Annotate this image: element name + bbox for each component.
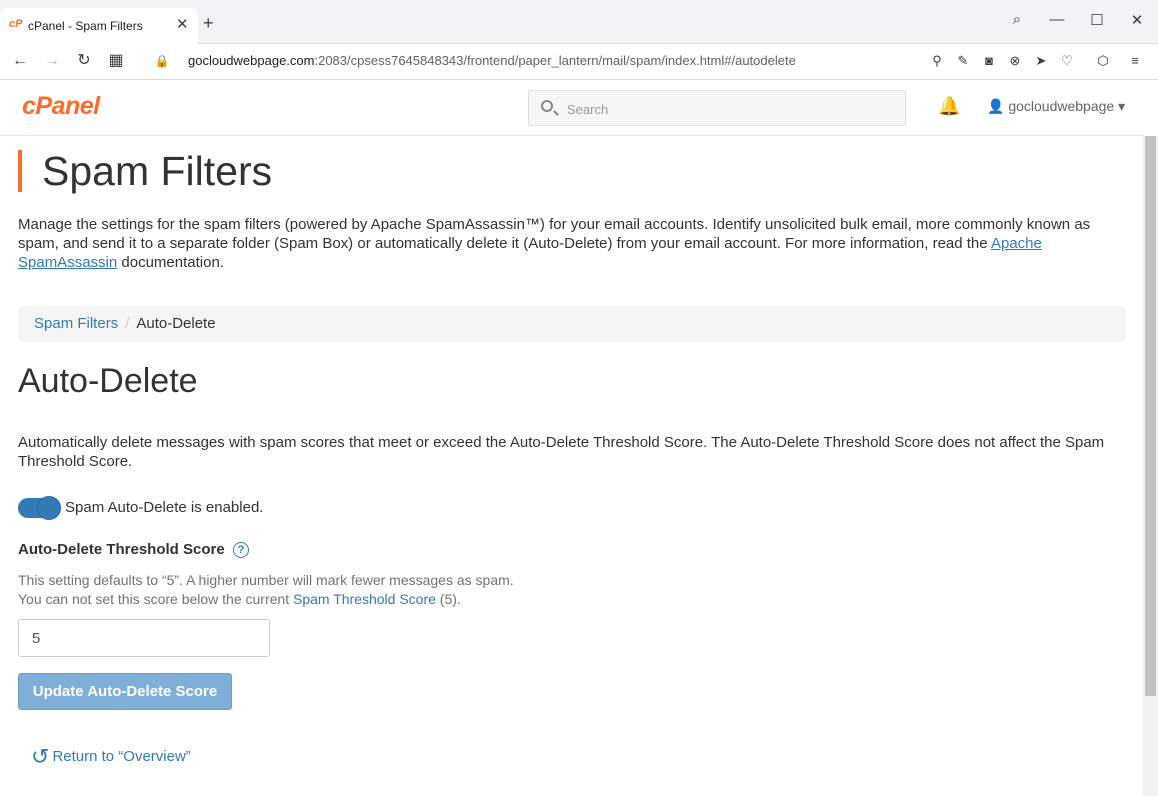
section-description: Automatically delete messages with spam … xyxy=(18,434,1105,470)
url-field[interactable]: gocloudwebpage.com:2083/cpsess7645848343… xyxy=(188,53,796,68)
hint-line2-start: You can not set this score below the cur… xyxy=(18,591,293,607)
user-menu[interactable]: 👤 gocloudwebpage ▾ xyxy=(987,98,1125,115)
autodelete-toggle[interactable] xyxy=(18,497,60,519)
hint-line2-end: (5). xyxy=(435,591,461,607)
breadcrumb-separator: / xyxy=(125,315,130,332)
cpanel-logo[interactable]: cPanel xyxy=(22,92,100,121)
browser-tab[interactable]: cP cPanel - Spam Filters ✕ xyxy=(0,8,198,44)
threshold-hint: This setting defaults to “5”. A higher n… xyxy=(18,571,514,609)
url-path: :2083/cpsess7645848343/frontend/paper_la… xyxy=(314,53,796,68)
cpanel-header: cPanel 🔔 👤 gocloudwebpage ▾ xyxy=(0,80,1143,136)
update-autodelete-button[interactable]: Update Auto-Delete Score xyxy=(18,673,232,710)
page-title: Spam Filters xyxy=(42,148,273,194)
box-icon[interactable]: ⬡ xyxy=(1094,52,1112,70)
hint-line1: This setting defaults to “5”. A higher n… xyxy=(18,572,514,588)
toggle-knob xyxy=(38,497,60,519)
search-box xyxy=(528,90,906,126)
intro-text-start: Manage the settings for the spam filters… xyxy=(18,216,1091,252)
back-icon[interactable]: ← xyxy=(9,50,31,72)
intro-text-end: documentation. xyxy=(117,254,224,271)
scrollbar-thumb[interactable] xyxy=(1145,136,1156,696)
forward-icon[interactable]: → xyxy=(41,50,63,72)
section-title: Auto-Delete xyxy=(18,362,198,400)
menu-icon[interactable]: ≡ xyxy=(1126,52,1144,70)
return-link-label: Return to “Overview” xyxy=(52,748,191,765)
apps-icon[interactable]: ▦ xyxy=(105,50,127,72)
heart-icon[interactable]: ♡ xyxy=(1058,52,1076,70)
threshold-score-input[interactable] xyxy=(18,619,270,657)
threshold-label: Auto-Delete Threshold Score xyxy=(18,541,225,558)
tab-close-icon[interactable]: ✕ xyxy=(176,15,189,33)
minimize-icon[interactable]: — xyxy=(1046,11,1068,33)
reload-icon[interactable]: ↻ xyxy=(73,50,95,72)
send-icon[interactable]: ➤ xyxy=(1032,52,1050,70)
camera-icon[interactable]: ◙ xyxy=(980,52,998,70)
breadcrumb-spam-filters[interactable]: Spam Filters xyxy=(34,315,118,332)
close-window-icon[interactable]: ✕ xyxy=(1126,11,1148,33)
address-bar: ← → ↻ ▦ 🔒 gocloudwebpage.com:2083/cpsess… xyxy=(0,44,1158,80)
breadcrumb-current: Auto-Delete xyxy=(136,315,216,332)
new-tab-icon[interactable]: + xyxy=(203,13,214,34)
spam-threshold-link[interactable]: Spam Threshold Score xyxy=(293,591,436,607)
notification-bell-icon[interactable]: 🔔 xyxy=(938,96,960,117)
intro-text: Manage the settings for the spam filters… xyxy=(18,215,1123,272)
maximize-icon[interactable]: ☐ xyxy=(1086,11,1108,33)
tab-title: cPanel - Spam Filters xyxy=(28,19,143,33)
browser-search-icon[interactable]: ⌕ xyxy=(1006,11,1028,33)
browser-tab-bar: cP cPanel - Spam Filters ✕ + ⌕ — ☐ ✕ xyxy=(0,0,1158,44)
help-icon[interactable]: ? xyxy=(233,542,249,558)
return-overview-link[interactable]: ↺ Return to “Overview” xyxy=(31,744,191,770)
return-icon: ↺ xyxy=(31,744,50,769)
toggle-label: Spam Auto-Delete is enabled. xyxy=(65,499,264,516)
search-icon xyxy=(541,100,553,112)
main-content: Spam Filters Manage the settings for the… xyxy=(0,136,1143,796)
edit-icon[interactable]: ✎ xyxy=(954,52,972,70)
url-host: gocloudwebpage.com xyxy=(188,53,315,68)
lock-icon[interactable]: 🔒 xyxy=(151,50,173,72)
zoom-icon[interactable]: ⚲ xyxy=(928,52,946,70)
breadcrumb: Spam Filters / Auto-Delete xyxy=(18,306,1126,342)
title-accent xyxy=(18,150,22,192)
search-input[interactable] xyxy=(565,98,889,120)
block-icon[interactable]: ⊗ xyxy=(1006,52,1024,70)
cpanel-favicon-icon: cP xyxy=(9,18,23,30)
